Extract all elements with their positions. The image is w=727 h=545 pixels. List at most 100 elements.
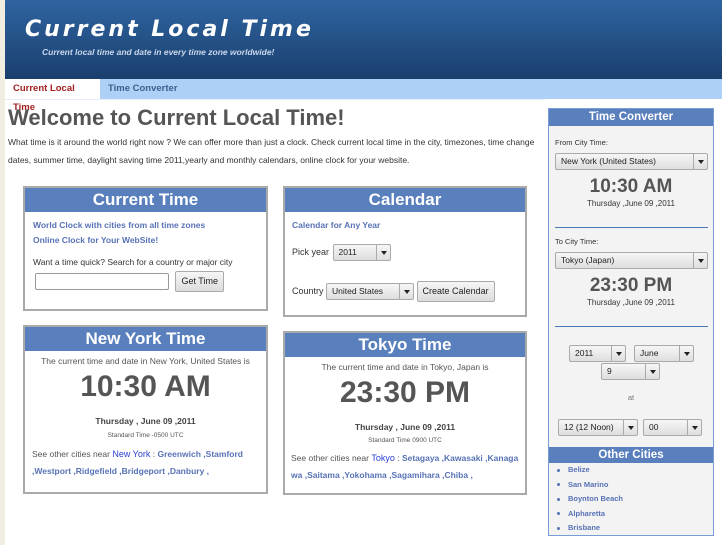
panel-title: New York Time — [25, 327, 266, 351]
minute-select[interactable]: 00 — [643, 419, 702, 436]
chevron-down-icon — [611, 346, 625, 361]
current-date: Thursday , June 09 ,2011 — [95, 416, 196, 426]
utc-offset: Standard Time 0900 UTC — [368, 437, 442, 444]
hour-select[interactable]: 12 (12 Noon) — [558, 419, 638, 436]
create-calendar-button[interactable]: Create Calendar — [416, 281, 495, 302]
nearby-prefix: See other cities near — [32, 449, 110, 459]
to-time: 23:30 PM — [589, 275, 673, 296]
other-city-item[interactable]: Belize — [549, 463, 713, 478]
at-label: at — [627, 393, 635, 402]
to-city-select[interactable]: Tokyo (Japan) — [555, 252, 708, 269]
current-date: Thursday , June 09 ,2011 — [354, 422, 456, 432]
other-city-link[interactable]: San Marino — [568, 480, 608, 489]
tab-time-converter[interactable]: Time Converter — [100, 79, 186, 99]
nearby-city-link[interactable]: Sagamihara — [392, 470, 440, 480]
other-cities-list: Belize San Marino Boynton Beach Alpharetta B… — [549, 463, 713, 536]
get-time-button[interactable]: Get Time — [175, 271, 224, 292]
site-tagline: Current local time and date in every tim… — [42, 47, 275, 57]
other-city-link[interactable]: Belize — [568, 465, 590, 474]
year-select-value: 2011 — [338, 247, 357, 257]
other-city-item[interactable]: Brisbane — [549, 521, 713, 536]
nav-divider — [5, 99, 545, 100]
bullet-icon — [557, 468, 560, 472]
nearby-city-link[interactable]: Setagaya — [402, 453, 439, 463]
search-prompt: Want a time quick? Search for a country … — [33, 257, 233, 267]
year-select[interactable]: 2011 — [332, 244, 391, 261]
calendar-any-year-link[interactable]: Calendar for Any Year — [292, 220, 525, 244]
time-converter-sidebar: Time Converter From City Time: New York … — [548, 108, 714, 536]
other-city-item[interactable]: San Marino — [549, 478, 713, 493]
from-city-select[interactable]: New York (United States) — [555, 153, 708, 170]
nearby-prefix: See other cities near — [291, 453, 369, 463]
separator: , — [204, 466, 210, 476]
year-select[interactable]: 2011 — [569, 345, 626, 362]
chevron-down-icon — [645, 364, 659, 379]
to-date: Thursday ,June 09 ,2011 — [587, 298, 675, 307]
country-select[interactable]: United States — [326, 283, 415, 300]
year-value: 2011 — [575, 348, 594, 358]
city-link[interactable]: Tokyo — [371, 453, 395, 463]
to-city-label: To City Time: — [555, 237, 599, 246]
nearby-city-link[interactable]: Westport — [34, 466, 71, 476]
nav-bar: Current Local Time Time Converter — [5, 79, 722, 113]
chevron-down-icon — [693, 154, 707, 169]
month-select[interactable]: June — [634, 345, 694, 362]
utc-offset: Standard Time -0500 UTC — [107, 432, 184, 439]
time-description: The current time and date in Tokyo, Japa… — [321, 362, 489, 372]
nearby-city-link[interactable]: Ridgefield — [76, 466, 117, 476]
intro-text: What time is it around the world right n… — [8, 137, 535, 165]
other-city-item[interactable]: Boynton Beach — [549, 492, 713, 507]
bullet-icon — [557, 483, 560, 487]
bullet-icon — [557, 497, 560, 501]
site-header: Current Local Time Current local time an… — [5, 0, 722, 79]
other-city-link[interactable]: Boynton Beach — [568, 494, 623, 503]
chevron-down-icon — [693, 253, 707, 268]
nearby-city-link[interactable]: Danbury — [170, 466, 204, 476]
bullet-icon — [557, 512, 560, 516]
sidebar-title: Time Converter — [549, 109, 713, 126]
from-time: 10:30 AM — [589, 176, 673, 197]
other-city-item[interactable]: Alpharetta — [549, 507, 713, 522]
panel-title: Current Time — [25, 188, 266, 212]
site-title[interactable]: Current Local Time — [25, 17, 314, 42]
nearby-cities: See other cities near New York : Greenwi… — [25, 439, 266, 480]
city-link[interactable]: New York — [112, 449, 150, 459]
from-city-value: New York (United States) — [561, 156, 656, 166]
separator: , — [468, 470, 473, 480]
nearby-city-link[interactable]: Stamford — [206, 449, 243, 459]
tab-current-local-time[interactable]: Current Local Time — [5, 79, 100, 113]
day-select[interactable]: 9 — [601, 363, 660, 380]
minute-value: 00 — [649, 422, 659, 432]
month-value: June — [640, 348, 659, 358]
chevron-down-icon — [679, 346, 693, 361]
pick-year-label: Pick year — [292, 246, 330, 257]
nearby-city-link[interactable]: Yokohama — [344, 470, 386, 480]
online-clock-link[interactable]: Online Clock for Your WebSite! — [33, 235, 266, 257]
world-clock-link[interactable]: World Clock with cities from all time zo… — [33, 220, 266, 235]
chevron-down-icon — [399, 284, 413, 299]
to-city-value: Tokyo (Japan) — [561, 255, 615, 265]
city-search-input[interactable] — [35, 273, 169, 290]
nearby-city-link[interactable]: Saitama — [307, 470, 340, 480]
day-value: 9 — [607, 366, 612, 376]
nearby-city-link[interactable]: Bridgeport — [122, 466, 165, 476]
other-city-link[interactable]: Brisbane — [568, 523, 600, 532]
chevron-down-icon — [623, 420, 637, 435]
nearby-city-link[interactable]: Kawasaki — [444, 453, 483, 463]
other-city-link[interactable]: Alpharetta — [568, 509, 605, 518]
chevron-down-icon — [375, 245, 390, 260]
country-select-value: United States — [332, 286, 384, 296]
current-time: 23:30 PM — [339, 376, 471, 409]
divider — [555, 227, 708, 228]
calendar-panel: Calendar Calendar for Any Year Pick year… — [283, 186, 527, 317]
other-cities-title: Other Cities — [549, 447, 713, 463]
country-label: Country — [292, 285, 324, 296]
panel-title: Calendar — [285, 188, 525, 212]
new-york-time-panel: New York Time The current time and date … — [23, 325, 268, 494]
hour-value: 12 (12 Noon) — [564, 422, 614, 432]
nearby-city-link[interactable]: Greenwich — [157, 449, 200, 459]
page-title: Welcome to Current Local Time! — [8, 105, 345, 130]
from-city-label: From City Time: — [555, 138, 608, 147]
nearby-city-link[interactable]: Chiba — [444, 470, 468, 480]
from-date: Thursday ,June 09 ,2011 — [587, 199, 675, 208]
